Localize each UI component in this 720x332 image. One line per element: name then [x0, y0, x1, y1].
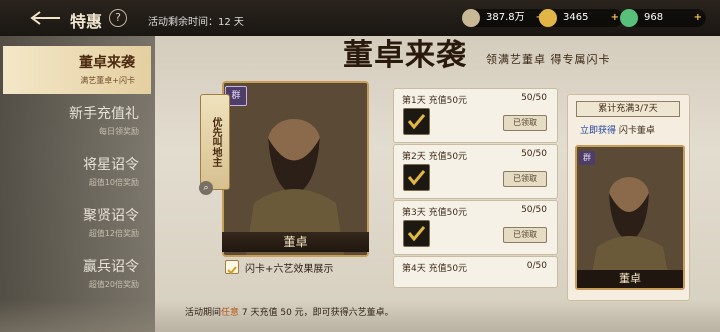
help-icon[interactable]: ? [109, 9, 127, 27]
sidebar-item-newbie[interactable]: 新手充值礼 每日领奖励 [0, 97, 155, 145]
cumulative-title: 累计充满3/7天 [576, 101, 680, 117]
claimed-button[interactable]: 已领取 [503, 115, 547, 131]
cumulative-prefix: 立即获得 [580, 126, 617, 136]
task-title: 第4天 充值50元 [402, 264, 468, 274]
check-icon [227, 266, 237, 275]
cumulative-reward: 闪卡董卓 [618, 126, 655, 136]
task-progress: 50/50 [521, 93, 547, 103]
task-title: 第1天 充值50元 [402, 96, 468, 106]
sidebar-item-juxian[interactable]: 聚贤诏令 超值12倍奖励 [0, 199, 155, 247]
task-progress: 50/50 [521, 205, 547, 215]
footer-highlight: 任意 [221, 308, 240, 318]
page-title: 特惠 [70, 12, 103, 31]
reward-icon [403, 108, 430, 135]
show-effect-toggle[interactable]: 闪卡+六艺效果展示 [225, 260, 350, 275]
claimed-button[interactable]: 已领取 [503, 227, 547, 243]
sidebar: 董卓来袭 满艺董卓+闪卡 新手充值礼 每日领奖励 将星诏令 超值10倍奖励 聚贤… [0, 36, 155, 332]
coin-icon [462, 9, 480, 27]
jade-resource: 968 + [620, 9, 706, 27]
gold-value: 3465 [563, 12, 589, 23]
sidebar-item-label: 赢兵诏令 [83, 259, 139, 275]
reward-icon [403, 220, 430, 247]
task-title: 第3天 充值50元 [402, 208, 468, 218]
sidebar-item-dongzhuo[interactable]: 董卓来袭 满艺董卓+闪卡 [3, 46, 151, 94]
sidebar-item-sub: 超值10倍奖励 [88, 178, 139, 187]
hero-card-name: 董卓 [222, 232, 369, 252]
task-day3: 第3天 充值50元 50/50 已领取 [393, 200, 558, 255]
task-progress: 0/50 [526, 261, 547, 271]
task-progress: 50/50 [521, 149, 547, 159]
back-button[interactable] [30, 10, 64, 26]
coin-value: 387.8万 [486, 12, 525, 23]
sidebar-item-jiangxing[interactable]: 将星诏令 超值10倍奖励 [0, 148, 155, 196]
cumulative-subtitle: 立即获得 闪卡董卓 [580, 123, 655, 136]
landlord-tag: 优先叫地主 [200, 94, 230, 190]
gold-resource: 3465 + [539, 9, 623, 27]
claimed-button[interactable]: 已领取 [503, 171, 547, 187]
jade-icon [620, 9, 638, 27]
sidebar-item-label: 聚贤诏令 [83, 208, 139, 224]
sidebar-item-yingbing[interactable]: 赢兵诏令 超值20倍奖励 [0, 250, 155, 298]
sidebar-item-label: 董卓来袭 [79, 55, 135, 71]
sidebar-item-sub: 满艺董卓+闪卡 [80, 76, 135, 85]
hero-card[interactable] [222, 81, 369, 257]
banner-title: 董卓来袭 [343, 38, 467, 73]
event-timer: 活动剩余时间：12 天 [148, 17, 244, 28]
sidebar-item-sub: 每日领奖励 [99, 127, 139, 136]
jade-value: 968 [644, 12, 664, 23]
footer-text: 活动期间任意 7 天充值 50 元，即可获得六艺董卓。 [185, 305, 394, 318]
show-effect-label: 闪卡+六艺效果展示 [245, 264, 334, 275]
magnify-icon[interactable]: ⌕ [199, 181, 213, 195]
coin-resource: 387.8万 + [462, 9, 548, 27]
check-icon [407, 226, 426, 242]
task-day1: 第1天 充值50元 50/50 已领取 [393, 88, 558, 143]
task-title: 第2天 充值50元 [402, 152, 468, 162]
reward-card[interactable]: 群 董卓 [575, 145, 685, 290]
check-icon [407, 114, 426, 130]
footer-prefix: 活动期间 [185, 308, 222, 318]
sidebar-item-label: 新手充值礼 [69, 106, 139, 122]
cumulative-reward-panel: 累计充满3/7天 立即获得 闪卡董卓 群 董卓 [567, 94, 690, 301]
sidebar-item-label: 将星诏令 [83, 157, 139, 173]
reward-icon [403, 164, 430, 191]
hero-portrait [224, 83, 367, 255]
reward-card-name: 董卓 [577, 270, 683, 288]
banner-subtitle: 领满艺董卓 得专属闪卡 [486, 53, 611, 66]
footer-suffix: 7 天充值 50 元，即可获得六艺董卓。 [239, 308, 394, 318]
faction-badge: 群 [579, 151, 595, 165]
reward-portrait [577, 147, 683, 288]
sidebar-item-sub: 超值20倍奖励 [88, 280, 139, 289]
show-effect-checkbox[interactable] [225, 260, 239, 275]
gold-plus-button[interactable]: + [611, 9, 619, 27]
sidebar-item-sub: 超值12倍奖励 [88, 229, 139, 238]
jade-plus-button[interactable]: + [694, 9, 702, 27]
gold-icon [539, 9, 557, 27]
task-day2: 第2天 充值50元 50/50 已领取 [393, 144, 558, 199]
task-day4: 第4天 充值50元 0/50 [393, 256, 558, 288]
check-icon [407, 170, 426, 186]
